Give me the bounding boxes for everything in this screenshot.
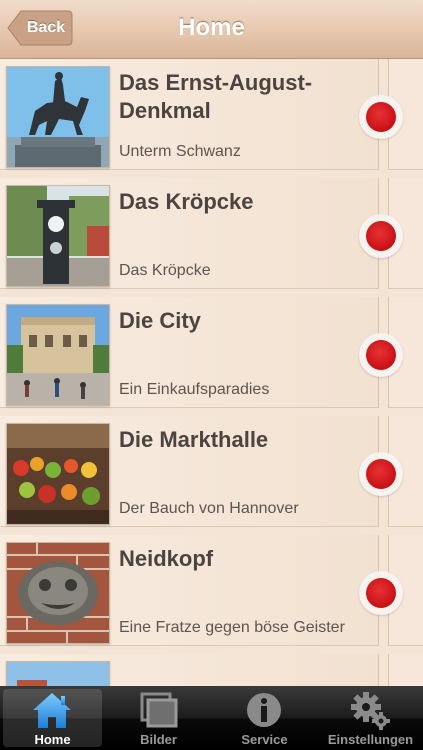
statue-photo <box>6 66 110 168</box>
tab-label: Home <box>34 732 71 747</box>
tab-einstellungen[interactable]: Einstellungen <box>318 686 423 750</box>
item-title: Die Markthalle <box>119 427 269 452</box>
building-photo <box>6 661 110 686</box>
item-subtitle: Ein Einkaufsparadies <box>119 381 270 398</box>
clock-photo <box>6 185 110 287</box>
item-title: Das Kröpcke <box>119 189 254 214</box>
map-marker-icon[interactable] <box>359 452 403 496</box>
item-subtitle: Der Bauch von Hannover <box>119 500 299 517</box>
item-title: Die City <box>119 308 201 333</box>
map-marker-icon[interactable] <box>359 333 403 377</box>
item-subtitle: Unterm Schwanz <box>119 143 241 160</box>
info-icon <box>247 693 281 727</box>
list-item-kroepcke[interactable]: Das Kröpcke Das Kröpcke <box>0 178 379 289</box>
list-item-city[interactable]: Die City Ein Einkaufsparadies <box>0 297 379 408</box>
list-item-ernst-august[interactable]: Das Ernst-August-Denkmal Unterm Schwanz <box>0 59 379 170</box>
tab-label: Einstellungen <box>327 732 414 747</box>
list-item-partial[interactable] <box>0 654 379 686</box>
tab-home[interactable]: Home <box>0 686 105 750</box>
tab-label: Service <box>241 732 288 747</box>
home-icon <box>33 693 71 728</box>
sights-list[interactable]: Das Ernst-August-Denkmal Unterm Schwanz … <box>0 59 423 686</box>
tab-label: Bilder <box>140 732 177 747</box>
navigation-bar: Back Home <box>0 0 423 59</box>
tab-bar: Home Bilder Service Einstellungen <box>0 686 423 750</box>
row-side-panel <box>388 654 423 686</box>
item-title: Das Ernst-August-Denkmal <box>119 70 313 123</box>
tab-bilder[interactable]: Bilder <box>106 686 211 750</box>
map-marker-icon[interactable] <box>359 95 403 139</box>
city-photo <box>6 304 110 406</box>
pictures-icon <box>140 692 178 728</box>
settings-icon <box>351 692 390 730</box>
list-item-markthalle[interactable]: Die Markthalle Der Bauch von Hannover <box>0 416 379 527</box>
stone-face-photo <box>6 542 110 644</box>
map-marker-icon[interactable] <box>359 214 403 258</box>
item-subtitle: Das Kröpcke <box>119 262 211 279</box>
page-title: Home <box>178 14 245 41</box>
market-photo <box>6 423 110 525</box>
list-item-neidkopf[interactable]: Neidkopf Eine Fratze gegen böse Geister <box>0 535 379 646</box>
item-title: Neidkopf <box>119 546 214 571</box>
map-marker-icon[interactable] <box>359 571 403 615</box>
tab-service[interactable]: Service <box>212 686 317 750</box>
item-subtitle: Eine Fratze gegen böse Geister <box>119 619 345 636</box>
